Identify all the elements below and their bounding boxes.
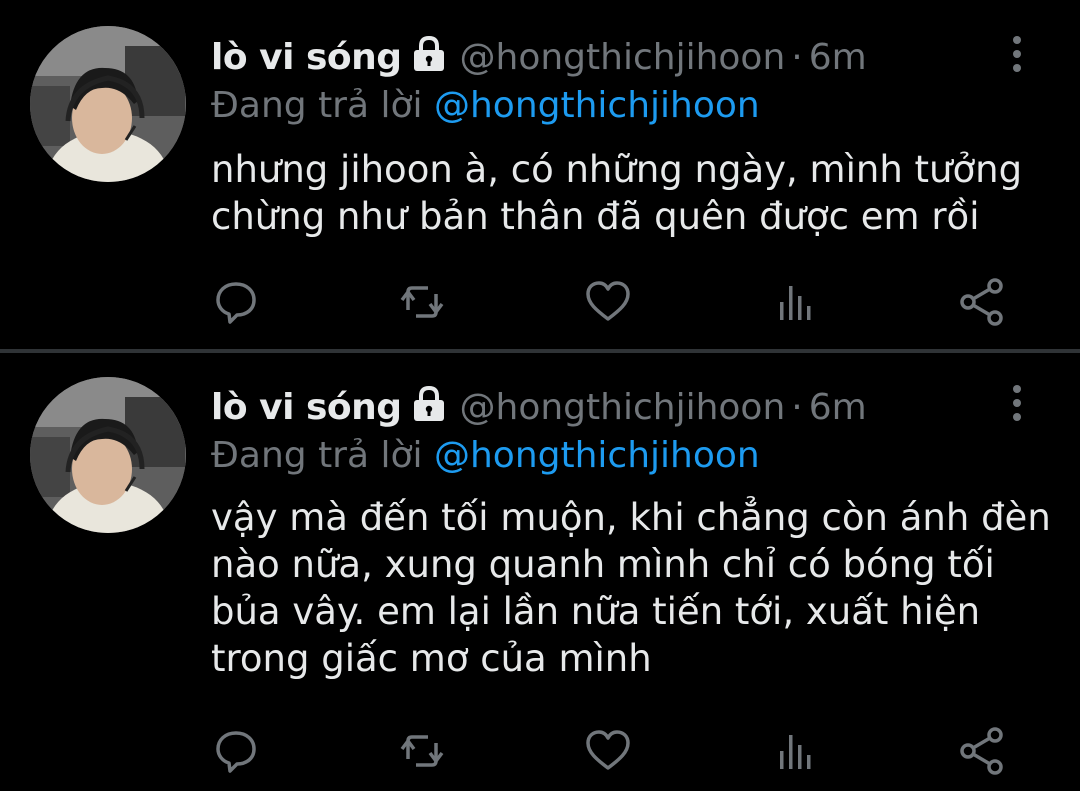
tweet-header: lò vi sóng @hongthichjihoon · 6m	[211, 32, 867, 84]
action-bar	[0, 721, 1080, 781]
reply-icon[interactable]	[206, 272, 266, 332]
replying-to: Đang trả lời @hongthichjihoon	[211, 432, 760, 480]
like-icon[interactable]	[578, 721, 638, 781]
tweet[interactable]: lò vi sóng @hongthichjihoon · 6m Đang tr…	[0, 0, 1080, 349]
action-bar	[0, 272, 1080, 332]
tweet-text-line: vậy mà đến tối muộn, khi chẳng còn ánh đ…	[211, 496, 1051, 539]
reply-prefix: Đang trả lời	[211, 435, 423, 476]
avatar[interactable]	[30, 377, 186, 533]
reply-prefix: Đang trả lời	[211, 85, 423, 126]
author-handle[interactable]: @hongthichjihoon	[460, 32, 786, 84]
views-icon[interactable]	[766, 721, 826, 781]
tweet-text: nhưng jihoon à, có những ngày, mình tưởn…	[211, 146, 1051, 240]
timestamp[interactable]: 6m	[809, 32, 867, 84]
retweet-icon[interactable]	[392, 721, 452, 781]
tweet-feed: lò vi sóng @hongthichjihoon · 6m Đang tr…	[0, 0, 1080, 791]
share-icon[interactable]	[952, 721, 1012, 781]
avatar[interactable]	[30, 26, 186, 182]
tweet-text-line: chừng như bản thân đã quên được em rồi	[211, 195, 980, 238]
tweet-text-line: nào nữa, xung quanh mình chỉ có bóng tối	[211, 543, 995, 586]
tweet-text: vậy mà đến tối muộn, khi chẳng còn ánh đ…	[211, 494, 1051, 682]
more-options-icon[interactable]	[1000, 34, 1034, 74]
author-name[interactable]: lò vi sóng	[211, 32, 402, 84]
timestamp[interactable]: 6m	[809, 382, 867, 434]
retweet-icon[interactable]	[392, 272, 452, 332]
reply-to-handle[interactable]: @hongthichjihoon	[434, 435, 760, 476]
author-handle[interactable]: @hongthichjihoon	[460, 382, 786, 434]
author-name[interactable]: lò vi sóng	[211, 382, 402, 434]
like-icon[interactable]	[578, 272, 638, 332]
tweet-text-line: bủa vây. em lại lần nữa tiến tới, xuất h…	[211, 590, 981, 633]
more-options-icon[interactable]	[1000, 383, 1034, 423]
reply-icon[interactable]	[206, 721, 266, 781]
tweet[interactable]: lò vi sóng @hongthichjihoon · 6m Đang tr…	[0, 353, 1080, 791]
views-icon[interactable]	[766, 272, 826, 332]
reply-to-handle[interactable]: @hongthichjihoon	[434, 85, 760, 126]
share-icon[interactable]	[952, 272, 1012, 332]
separator-dot: ·	[791, 387, 803, 428]
tweet-header: lò vi sóng @hongthichjihoon · 6m	[211, 382, 867, 434]
lock-icon	[412, 385, 446, 423]
lock-icon	[412, 35, 446, 73]
tweet-text-line: trong giấc mơ của mình	[211, 637, 652, 680]
separator-dot: ·	[791, 37, 803, 78]
tweet-text-line: nhưng jihoon à, có những ngày, mình tưởn…	[211, 148, 1023, 191]
replying-to: Đang trả lời @hongthichjihoon	[211, 82, 760, 130]
